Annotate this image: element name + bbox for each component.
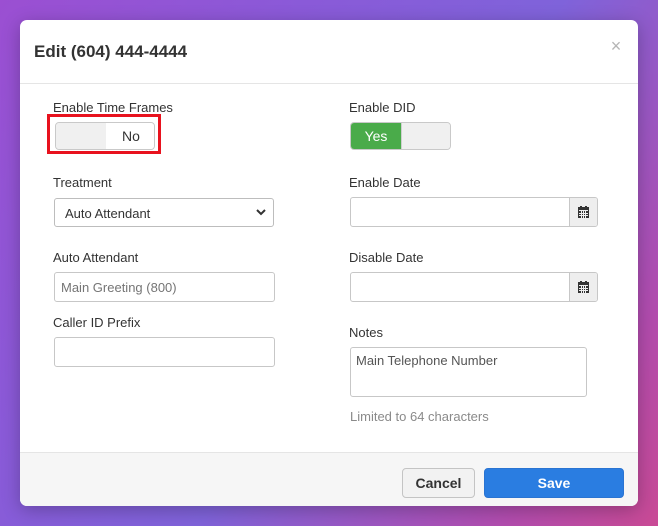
auto-attendant-input[interactable] xyxy=(54,272,275,302)
chevron-down-icon xyxy=(256,209,266,216)
notes-textarea[interactable]: Main Telephone Number xyxy=(350,347,587,397)
enable-did-label: Enable DID xyxy=(349,100,416,115)
toggle-on-label: Yes xyxy=(351,123,401,149)
close-icon[interactable]: × xyxy=(606,36,626,56)
enable-date-field[interactable] xyxy=(350,197,598,227)
dialog-title: Edit (604) 444-4444 xyxy=(34,42,188,61)
enable-time-frames-label: Enable Time Frames xyxy=(53,100,173,115)
enable-did-toggle[interactable]: Yes xyxy=(350,122,451,150)
notes-label: Notes xyxy=(349,325,383,340)
auto-attendant-label: Auto Attendant xyxy=(53,250,139,265)
highlight-box xyxy=(47,114,161,154)
dialog-footer: Cancel Save xyxy=(20,452,638,506)
dialog-header: Edit (604) 444-4444 × xyxy=(20,20,638,84)
treatment-selected-value: Auto Attendant xyxy=(65,206,151,221)
toggle-on-blank xyxy=(401,123,450,149)
caller-id-prefix-input[interactable] xyxy=(54,337,275,367)
notes-hint: Limited to 64 characters xyxy=(350,409,489,424)
enable-date-calendar-button[interactable] xyxy=(569,198,597,226)
disable-date-label: Disable Date xyxy=(349,250,424,265)
treatment-label: Treatment xyxy=(53,175,112,190)
enable-date-label: Enable Date xyxy=(349,175,421,190)
caller-id-prefix-label: Caller ID Prefix xyxy=(53,315,141,330)
save-button[interactable]: Save xyxy=(484,468,624,498)
disable-date-field[interactable] xyxy=(350,272,598,302)
cancel-button[interactable]: Cancel xyxy=(402,468,475,498)
edit-dialog: Edit (604) 444-4444 × Enable Time Frames… xyxy=(20,20,638,506)
calendar-icon xyxy=(578,281,589,293)
disable-date-calendar-button[interactable] xyxy=(569,273,597,301)
treatment-select[interactable]: Auto Attendant xyxy=(54,198,274,227)
calendar-icon xyxy=(578,206,589,218)
